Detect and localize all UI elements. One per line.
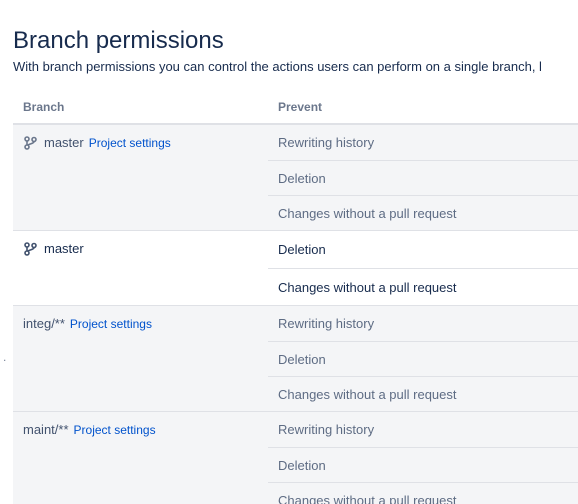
prevent-item: Deletion bbox=[278, 242, 326, 257]
permission-row[interactable]: master Deletion Changes without a pull r… bbox=[13, 231, 578, 306]
project-settings-link[interactable]: Project settings bbox=[70, 317, 152, 331]
stray-mark: . bbox=[3, 350, 7, 364]
page-description: With branch permissions you can control … bbox=[13, 59, 542, 74]
prevent-list: Rewriting history Deletion Changes witho… bbox=[268, 412, 578, 504]
project-settings-link[interactable]: Project settings bbox=[89, 136, 171, 150]
table-header: Branch Prevent bbox=[13, 91, 578, 125]
prevent-item: Changes without a pull request bbox=[268, 268, 578, 305]
permission-row: maint/** Project settings Rewriting hist… bbox=[13, 412, 578, 504]
column-header-prevent: Prevent bbox=[278, 100, 323, 114]
prevent-item: Rewriting history bbox=[278, 422, 375, 437]
branch-icon bbox=[23, 135, 37, 150]
permission-row: master Project settings Rewriting histor… bbox=[13, 125, 578, 231]
prevent-item: Rewriting history bbox=[278, 135, 375, 150]
prevent-item: Deletion bbox=[268, 447, 578, 482]
prevent-list: Rewriting history Deletion Changes witho… bbox=[268, 125, 578, 230]
branch-name: master bbox=[44, 135, 84, 150]
project-settings-link[interactable]: Project settings bbox=[74, 423, 156, 437]
branch-name: maint/** bbox=[23, 422, 69, 437]
prevent-item: Changes without a pull request bbox=[268, 376, 578, 411]
prevent-list: Rewriting history Deletion Changes witho… bbox=[268, 306, 578, 411]
prevent-item: Changes without a pull request bbox=[268, 195, 578, 230]
branch-permissions-page: Branch permissions With branch permissio… bbox=[0, 0, 578, 504]
branch-cell: master bbox=[23, 241, 84, 256]
page-title: Branch permissions bbox=[13, 27, 224, 55]
prevent-list: Deletion Changes without a pull request bbox=[268, 231, 578, 305]
column-header-branch: Branch bbox=[23, 100, 65, 114]
prevent-item: Rewriting history bbox=[278, 316, 375, 331]
branch-permissions-table: Branch Prevent master Project settings R… bbox=[13, 91, 578, 504]
branch-name: integ/** bbox=[23, 316, 65, 331]
branch-cell: master Project settings bbox=[23, 135, 171, 150]
branch-cell: maint/** Project settings bbox=[23, 422, 156, 437]
prevent-item: Changes without a pull request bbox=[268, 482, 578, 504]
prevent-item: Deletion bbox=[268, 160, 578, 195]
branch-icon bbox=[23, 241, 37, 256]
permission-row: integ/** Project settings Rewriting hist… bbox=[13, 306, 578, 412]
prevent-item: Deletion bbox=[268, 341, 578, 376]
branch-cell: integ/** Project settings bbox=[23, 316, 152, 331]
branch-name: master bbox=[44, 241, 84, 256]
